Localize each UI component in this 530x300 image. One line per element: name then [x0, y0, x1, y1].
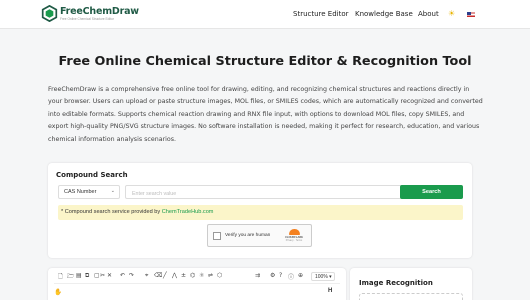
- nav-about[interactable]: About: [418, 10, 439, 18]
- search-button[interactable]: Search: [400, 185, 463, 199]
- charge-icon[interactable]: ±: [181, 272, 186, 279]
- save-icon[interactable]: ▤: [76, 272, 82, 279]
- notice-text: * Compound search service provided by: [61, 209, 162, 215]
- delete-icon[interactable]: ✕: [107, 272, 112, 279]
- copy-icon[interactable]: ⧉: [85, 272, 89, 280]
- toolbar-divider: [54, 283, 340, 284]
- redo-icon[interactable]: ↷: [129, 272, 134, 279]
- help-icon[interactable]: ?: [279, 272, 282, 279]
- arrange-icon[interactable]: ⇉: [255, 272, 260, 279]
- captcha-widget: Verify you are human CLOUDFLARE Privacy …: [207, 224, 312, 247]
- image-dropzone[interactable]: [359, 293, 463, 300]
- sun-icon[interactable]: ☀: [448, 9, 455, 18]
- captcha-links[interactable]: Privacy · Terms: [281, 239, 307, 242]
- info-icon[interactable]: ⓘ: [288, 272, 294, 281]
- settings-icon[interactable]: ⚙: [270, 272, 275, 279]
- top-navigation-bar: FreeChemDraw Free Online Chemical Struct…: [0, 0, 530, 29]
- eraser-icon[interactable]: ⌫: [154, 272, 162, 279]
- hydrogen-tool-icon[interactable]: H: [328, 288, 332, 294]
- cloud-icon: [288, 229, 300, 235]
- captcha-label: Verify you are human: [225, 233, 271, 238]
- compound-search-card: Compound Search CAS Number ⌄ Search * Co…: [48, 163, 472, 258]
- image-recognition-title: Image Recognition: [359, 279, 433, 287]
- chain-icon[interactable]: ⋀: [172, 272, 177, 279]
- paste-icon[interactable]: ▢: [94, 272, 100, 279]
- open-icon[interactable]: 🗁: [67, 272, 74, 282]
- chemtradehub-link[interactable]: ChemTradeHub.com: [162, 209, 214, 215]
- reaction-icon[interactable]: ⇌: [208, 272, 213, 279]
- intro-paragraph: FreeChemDraw is a comprehensive free onl…: [48, 86, 483, 143]
- new-icon[interactable]: 🗋: [58, 272, 63, 282]
- template-icon[interactable]: ⬡: [217, 272, 222, 279]
- chevron-down-icon: ⌄: [110, 188, 115, 194]
- service-notice: * Compound search service provided by Ch…: [58, 205, 463, 220]
- bond-icon[interactable]: ╱: [163, 272, 167, 279]
- image-recognition-panel: Image Recognition: [350, 268, 472, 300]
- page-title: Free Online Chemical Structure Editor & …: [58, 54, 472, 69]
- brand-tagline: Free Online Chemical Structure Editor: [60, 17, 114, 21]
- compound-search-title: Compound Search: [56, 171, 128, 179]
- search-type-select[interactable]: CAS Number ⌄: [58, 185, 120, 199]
- cloudflare-logo: CLOUDFLARE Privacy · Terms: [281, 229, 307, 242]
- search-input[interactable]: [125, 185, 443, 199]
- brand-name[interactable]: FreeChemDraw: [60, 6, 139, 17]
- us-flag-icon[interactable]: [467, 12, 475, 17]
- structure-editor-panel: 🗋 🗁 ▤ ⧉ ▢ ✂ ✕ ↶ ↷ ⌖ ⌫ ╱ ⋀ ± ⌬ ⚛ ⇌ ⬡ ⇉ ⚙ …: [48, 268, 346, 300]
- cut-icon[interactable]: ✂: [100, 272, 105, 279]
- ring-icon[interactable]: ⌬: [190, 272, 195, 279]
- logo-icon[interactable]: [41, 5, 58, 22]
- zoom-value: 100%: [315, 274, 328, 280]
- nav-structure-editor[interactable]: Structure Editor: [293, 10, 349, 18]
- nav-knowledge-base[interactable]: Knowledge Base: [355, 10, 413, 18]
- undo-icon[interactable]: ↶: [120, 272, 125, 279]
- select-icon[interactable]: ⌖: [145, 272, 148, 280]
- zoom-icon[interactable]: ⊕: [298, 272, 303, 279]
- captcha-checkbox[interactable]: [213, 232, 221, 240]
- atom-icon[interactable]: ⚛: [199, 272, 204, 279]
- zoom-select[interactable]: 100% ▾: [311, 272, 335, 281]
- search-type-value: CAS Number: [64, 189, 97, 195]
- hand-tool-icon[interactable]: ✋: [54, 288, 62, 296]
